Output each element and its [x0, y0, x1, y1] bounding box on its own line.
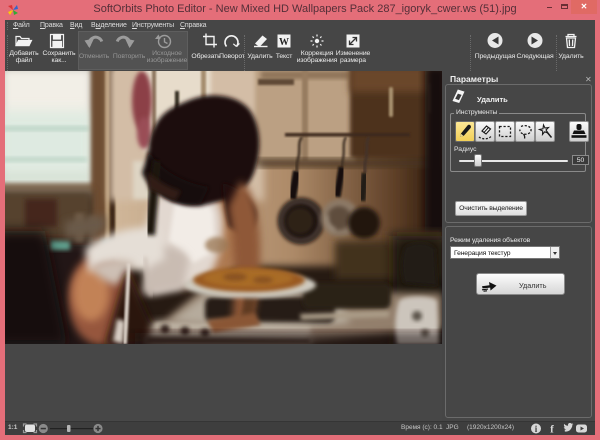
svg-text:W: W — [279, 37, 289, 48]
svg-text:f: f — [550, 424, 554, 436]
